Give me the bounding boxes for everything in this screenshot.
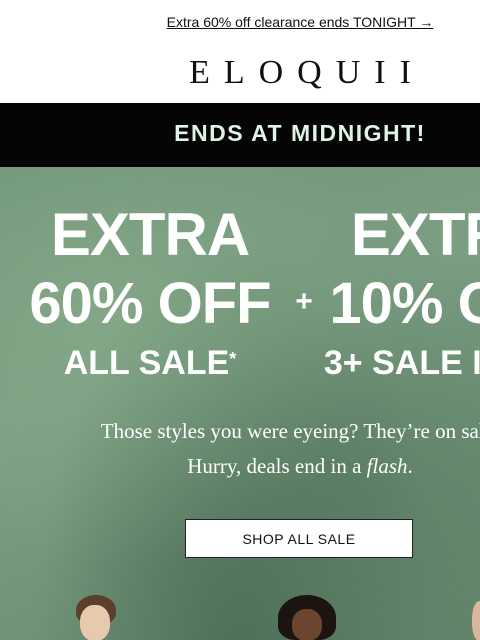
offer2-line3: 3+ SALE ITEMS <box>323 344 480 382</box>
offer1-line1: EXTRA <box>50 201 250 268</box>
offer1-line3-text: ALL SALE <box>63 344 230 382</box>
subtitle2-pre: Hurry, deals end in a <box>187 454 367 478</box>
offer2-line1: EXTRA <box>350 201 480 268</box>
offer2-line2: 10% OFF <box>329 271 480 336</box>
deadline-banner-text: ENDS AT MIDNIGHT! <box>174 120 426 146</box>
offer1-line2: 60% OFF <box>29 271 271 336</box>
subtitle2-emphasis: flash <box>366 454 408 478</box>
sale-hero[interactable]: EXTRA 60% OFF ALL SALE* + EXTRA 10% OFF … <box>0 167 480 640</box>
clearance-promo-link[interactable]: Extra 60% off clearance ends TONIGHT → <box>0 14 480 30</box>
offer1-line3: ALL SALE* <box>0 345 300 381</box>
hero-subtitle-2: Hurry, deals end in a flash. <box>0 454 480 479</box>
top-bar: Extra 60% off clearance ends TONIGHT → <box>0 0 480 46</box>
model-photo-1 <box>70 595 130 640</box>
subtitle2-post: . <box>407 454 413 478</box>
eloquii-logo[interactable]: ELOQUII <box>0 54 480 92</box>
model-photo-2 <box>270 595 350 640</box>
hero-subtitle-1: Those styles you were eyeing? They’re on… <box>100 419 480 443</box>
asterisk-mark: * <box>229 349 237 369</box>
shop-all-sale-button[interactable]: SHOP ALL SALE <box>185 519 413 558</box>
model-photo-3 <box>466 597 480 640</box>
